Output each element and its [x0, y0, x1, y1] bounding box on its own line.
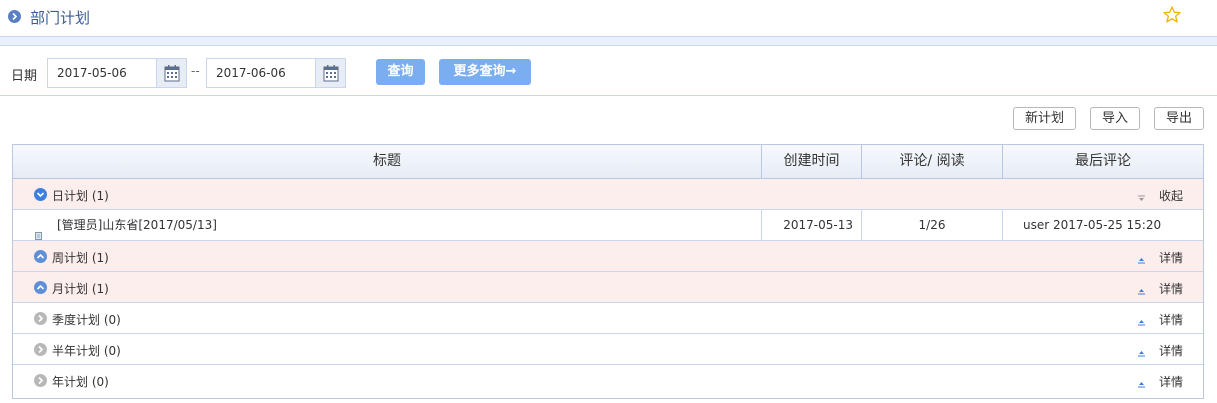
- expand-arrow-icon[interactable]: [1137, 377, 1146, 391]
- new-plan-button[interactable]: 新计划: [1013, 107, 1076, 130]
- page-title: 部门计划: [30, 9, 91, 27]
- filter-bar: 日期 2017-05-06 -- 2017-06-06 查询 更多查询→: [0, 46, 1217, 96]
- chevron-right-circle-icon[interactable]: [34, 312, 47, 325]
- group-row-weekly[interactable]: 周计划 (1) 详情: [13, 241, 1203, 272]
- query-button[interactable]: 查询: [376, 59, 425, 85]
- collapse-toggle[interactable]: 收起: [1159, 187, 1183, 204]
- group-row-monthly[interactable]: 月计划 (1) 详情: [13, 272, 1203, 303]
- group-row-daily[interactable]: 日计划 (1) 收起: [13, 179, 1203, 210]
- collapse-arrow-icon[interactable]: [1137, 191, 1146, 205]
- export-button[interactable]: 导出: [1154, 107, 1204, 130]
- details-toggle[interactable]: 详情: [1159, 249, 1183, 266]
- column-header-last-comment[interactable]: 最后评论: [1003, 145, 1203, 178]
- group-label: 年计划 (0): [52, 375, 109, 389]
- row-created: 2017-05-13: [762, 210, 862, 240]
- expand-arrow-icon[interactable]: [1137, 315, 1146, 329]
- chevron-right-circle-icon[interactable]: [34, 374, 47, 387]
- expand-arrow-icon[interactable]: [1137, 346, 1146, 360]
- row-title-cell[interactable]: [管理员]山东省[2017/05/13]: [13, 210, 762, 240]
- chevron-right-circle-icon[interactable]: [34, 343, 47, 356]
- star-icon[interactable]: [1162, 5, 1182, 28]
- column-header-title[interactable]: 标题: [13, 145, 762, 178]
- row-comments-reads: 1/26: [862, 210, 1003, 240]
- more-query-button[interactable]: 更多查询→: [439, 59, 531, 85]
- calendar-icon[interactable]: [156, 59, 186, 87]
- details-toggle[interactable]: 详情: [1159, 280, 1183, 297]
- chevron-up-circle-icon[interactable]: [34, 281, 47, 294]
- row-last-comment: user 2017-05-25 15:20: [1023, 218, 1162, 232]
- group-label: 半年计划 (0): [52, 344, 121, 358]
- import-button[interactable]: 导入: [1090, 107, 1140, 130]
- calendar-icon[interactable]: [315, 59, 345, 87]
- end-date-value: 2017-06-06: [216, 66, 286, 80]
- start-date-field[interactable]: 2017-05-06: [47, 58, 187, 88]
- row-title[interactable]: [管理员]山东省[2017/05/13]: [57, 210, 217, 240]
- group-label: 季度计划 (0): [52, 313, 121, 327]
- table-header: 标题 创建时间 评论/ 阅读 最后评论: [13, 145, 1203, 179]
- group-row-yearly[interactable]: 年计划 (0) 详情: [13, 365, 1203, 396]
- column-header-comments-reads[interactable]: 评论/ 阅读: [862, 145, 1003, 178]
- details-toggle[interactable]: 详情: [1159, 373, 1183, 390]
- end-date-field[interactable]: 2017-06-06: [206, 58, 346, 88]
- date-label: 日期: [11, 69, 38, 84]
- chevron-down-circle-icon[interactable]: [34, 188, 47, 201]
- column-header-created[interactable]: 创建时间: [762, 145, 862, 178]
- details-toggle[interactable]: 详情: [1159, 311, 1183, 328]
- group-label: 日计划 (1): [52, 189, 109, 203]
- expand-arrow-icon[interactable]: [1137, 284, 1146, 298]
- group-label: 周计划 (1): [52, 251, 109, 265]
- details-toggle[interactable]: 详情: [1159, 342, 1183, 359]
- table-row[interactable]: [管理员]山东省[2017/05/13] 2017-05-13 1/26 use…: [13, 210, 1203, 241]
- date-separator: --: [191, 64, 200, 78]
- chevron-right-circle-icon: [8, 10, 21, 23]
- chevron-up-circle-icon[interactable]: [34, 250, 47, 263]
- group-row-quarterly[interactable]: 季度计划 (0) 详情: [13, 303, 1203, 334]
- group-row-half-year[interactable]: 半年计划 (0) 详情: [13, 334, 1203, 365]
- page-header: 部门计划: [0, 0, 1217, 36]
- plan-table: 标题 创建时间 评论/ 阅读 最后评论 日计划 (1) 收起 [管理员]山东省[…: [12, 144, 1204, 399]
- expand-arrow-icon[interactable]: [1137, 253, 1146, 267]
- group-label: 月计划 (1): [52, 282, 109, 296]
- start-date-value: 2017-05-06: [57, 66, 127, 80]
- header-divider-band: [0, 36, 1217, 46]
